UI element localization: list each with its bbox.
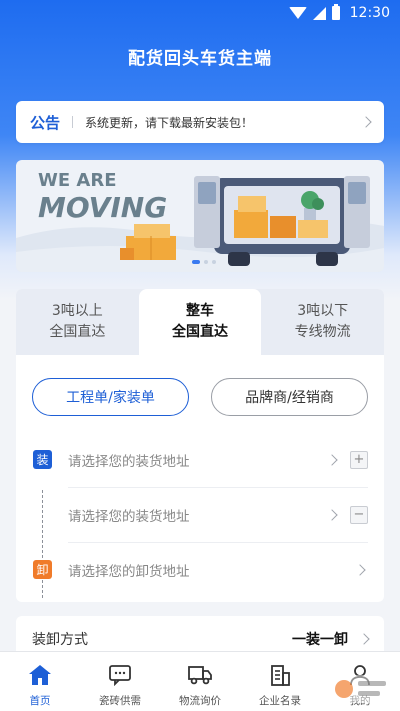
wifi-icon [288,7,307,19]
tab-full-truck[interactable]: 整车 全国直达 [138,289,262,355]
unload-badge: 卸 [33,560,52,579]
status-time: 12:30 [349,5,390,21]
remove-address-button[interactable]: − [350,505,368,524]
tabbar-label: 企业名录 [259,695,301,707]
load-address-placeholder: 请选择您的装货地址 [68,453,190,470]
building-icon [267,662,293,688]
carousel-dot [192,260,200,264]
notice-divider [72,116,74,128]
carousel-dot [204,260,208,264]
address-list: 装 请选择您的装货地址 + 请选择您的装货地址 − 卸 请选择您的卸货地址 [16,432,384,598]
tab-title: 3吨以上 [51,303,103,319]
tab-title: 3吨以下 [297,303,349,319]
carousel-dot [212,260,216,264]
banner-carousel[interactable]: WE ARE MOVING [16,160,384,272]
banner-slogan: WE ARE MOVING [38,172,167,222]
truck-icon [187,662,213,688]
unload-address-placeholder: 请选择您的卸货地址 [68,563,190,580]
tabbar-label: 瓷砖供需 [99,695,141,707]
banner-line-1: WE ARE [38,170,117,191]
load-address-row[interactable]: 装 请选择您的装货地址 + [16,432,384,487]
tabbar-item-tile-supply[interactable]: 瓷砖供需 [80,652,160,711]
banner-line-2: MOVING [38,191,168,224]
shipping-mode-card: 3吨以上 全国直达 整车 全国直达 3吨以下 专线物流 工程单/家装单 品牌商/… [16,289,384,602]
signal-icon [312,6,326,20]
status-bar: 12:30 [0,0,400,26]
chevron-right-icon [326,508,338,521]
tab-subtitle: 全国直达 [49,324,106,340]
unload-address-row[interactable]: 卸 请选择您的卸货地址 [16,542,384,597]
notice-bar[interactable]: 公告 系统更新，请下载最新安装包！ [16,101,384,143]
home-icon [27,662,53,688]
project-order-button[interactable]: 工程单/家装单 [32,378,189,416]
load-address-placeholder: 请选择您的装货地址 [68,508,190,525]
tabbar-item-home[interactable]: 首页 [0,652,80,711]
carousel-indicator [192,260,216,264]
notice-text: 系统更新，请下载最新安装包！ [85,115,254,130]
loading-method-label: 装卸方式 [32,632,88,648]
shipping-mode-tabs: 3吨以上 全国直达 整车 全国直达 3吨以下 专线物流 [16,289,384,355]
chevron-right-icon [360,116,372,128]
watermark-logo [332,675,392,703]
tabbar-item-logistics-quote[interactable]: 物流询价 [160,652,240,711]
divider [68,542,368,543]
battery-icon [331,4,340,20]
notice-tag: 公告 [30,113,61,132]
brand-dealer-button[interactable]: 品牌商/经销商 [211,378,368,416]
add-address-button[interactable]: + [350,450,368,469]
tab-under-3-ton[interactable]: 3吨以下 专线物流 [261,289,384,355]
chat-icon [107,662,133,688]
tabbar-item-directory[interactable]: 企业名录 [240,652,320,711]
load-address-row[interactable]: 请选择您的装货地址 − [16,487,384,542]
tabbar-label: 首页 [29,695,51,707]
tab-over-3-ton[interactable]: 3吨以上 全国直达 [16,289,139,355]
tab-subtitle: 全国直达 [172,324,228,340]
tab-title: 整车 [186,303,214,319]
chevron-right-icon [354,563,366,576]
divider [68,487,368,488]
chevron-right-icon [326,453,338,466]
tab-subtitle: 专线物流 [294,324,351,340]
tabbar-label: 物流询价 [179,695,221,707]
chevron-right-icon [358,633,370,645]
load-badge: 装 [33,450,52,469]
loading-method-value: 一装一卸 [292,632,348,648]
page-title: 配货回头车货主端 [128,49,272,69]
order-type-selector: 工程单/家装单 品牌商/经销商 [16,355,384,416]
